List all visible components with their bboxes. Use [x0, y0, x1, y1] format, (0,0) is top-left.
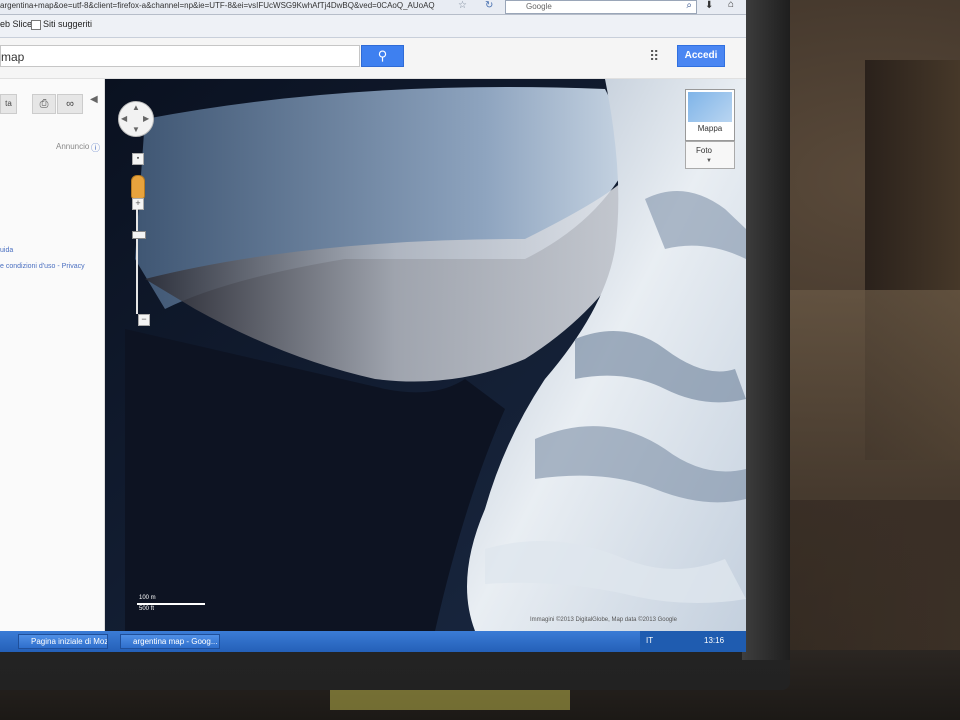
taskbar-item-argentina-map[interactable]: argentina map - Goog... — [120, 634, 220, 649]
share-button[interactable]: ta — [0, 94, 17, 114]
url-field[interactable]: argentina+map&oe=utf-8&client=firefox-a&… — [0, 0, 455, 12]
photos-button[interactable]: Foto ▼ — [685, 141, 735, 169]
apps-grid-icon[interactable]: ⠿ — [649, 49, 659, 63]
search-input[interactable]: map — [0, 45, 360, 67]
reload-icon[interactable]: ↻ — [485, 0, 493, 12]
pan-down-icon[interactable]: ▼ — [132, 125, 140, 134]
monitor-screen: argentina+map&oe=utf-8&client=firefox-a&… — [0, 0, 746, 652]
signin-button[interactable]: Accedi — [677, 45, 725, 67]
bookmark-star-icon[interactable]: ☆ — [458, 0, 467, 12]
print-button[interactable]: ⎙ — [32, 94, 56, 114]
bookmark-web-slice[interactable]: eb Slice — [0, 19, 32, 29]
browser-url-bar: argentina+map&oe=utf-8&client=firefox-a&… — [0, 0, 746, 15]
pan-right-icon[interactable]: ▶ — [143, 114, 149, 123]
map-attribution: Immagini ©2013 DigitalGlobe, Map data ©2… — [530, 617, 677, 623]
clock[interactable]: 13:16 — [704, 636, 724, 645]
scale-imperial: 500 ft — [139, 606, 155, 612]
ads-label: Annuncio — [56, 142, 90, 151]
pan-up-icon[interactable]: ▲ — [132, 103, 140, 112]
link-icon: ∞ — [66, 98, 74, 110]
collapse-panel-icon[interactable]: ◀ — [90, 94, 98, 105]
web-search-box[interactable]: Google ⌕ — [505, 0, 697, 14]
chevron-down-icon: ▼ — [706, 158, 712, 164]
map-type-label: Mappa — [697, 124, 723, 133]
pan-left-icon[interactable]: ◀ — [121, 114, 127, 123]
scale-bar — [137, 603, 205, 605]
street-view-pegman-icon[interactable] — [131, 175, 145, 199]
google-header: map ⚲ ⠿ Accedi — [0, 38, 746, 79]
bookmarks-bar: eb Slice Siti suggeriti — [0, 15, 746, 38]
map-scale: 100 m 500 ft — [137, 595, 207, 613]
pan-control[interactable]: ▲ ▼ ◀ ▶ — [118, 101, 154, 137]
search-button[interactable]: ⚲ — [361, 45, 404, 67]
zoom-in-button[interactable]: + — [132, 198, 144, 210]
info-icon[interactable]: ⓘ — [91, 141, 100, 154]
scale-metric: 100 m — [139, 595, 156, 601]
search-icon: ⚲ — [377, 48, 388, 63]
bookmark-suggested-sites[interactable]: Siti suggeriti — [43, 19, 92, 29]
satellite-map[interactable]: ▲ ▼ ◀ ▶ ▪ + − Mappa Foto ▼ 100 m 500 ft … — [105, 79, 746, 631]
download-icon[interactable]: ⬇ — [705, 0, 713, 12]
zoom-slider-track[interactable] — [136, 209, 138, 314]
bookmark-page-icon — [31, 20, 41, 30]
map-thumbnail — [688, 92, 732, 122]
language-indicator[interactable]: IT — [646, 636, 653, 645]
photos-label: Foto — [696, 146, 713, 155]
zoom-out-button[interactable]: − — [138, 314, 150, 326]
background-shelf — [790, 290, 960, 500]
home-icon[interactable]: ⌂ — [728, 0, 734, 11]
terms-privacy-link[interactable]: e condizioni d'uso - Privacy — [0, 263, 85, 270]
satellite-imagery — [105, 79, 746, 631]
zoom-slider-handle[interactable] — [132, 231, 146, 239]
link-button[interactable]: ∞ — [57, 94, 83, 114]
taskbar: Pagina iniziale di Mozil... argentina ma… — [0, 631, 746, 652]
help-link[interactable]: uida — [0, 247, 13, 254]
web-search-engine-label: Google — [526, 2, 552, 11]
system-tray: IT 13:16 — [640, 631, 746, 652]
magnifier-icon[interactable]: ⌕ — [686, 0, 692, 11]
left-panel: ta ⎙ ∞ ◀ Annuncio ⓘ uida e condizioni d'… — [0, 79, 105, 631]
zoom-reset-button[interactable]: ▪ — [132, 153, 144, 165]
monitor-bezel-right — [742, 0, 790, 660]
taskbar-item-firefox-home[interactable]: Pagina iniziale di Mozil... — [18, 634, 108, 649]
map-type-button[interactable]: Mappa — [685, 89, 735, 141]
printer-icon: ⎙ — [39, 98, 49, 110]
